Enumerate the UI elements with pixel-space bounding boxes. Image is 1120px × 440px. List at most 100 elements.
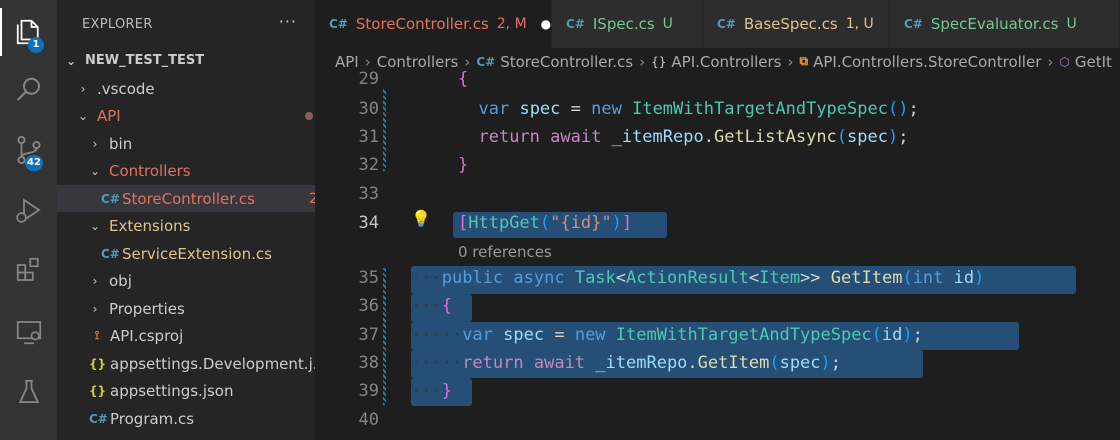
run-debug-activity-button[interactable]	[0, 186, 57, 234]
chevron-down-icon: ⌄	[89, 163, 101, 178]
tree-item[interactable]: C#ServiceExtension.csM	[57, 240, 359, 267]
tree-item-label: Controllers	[109, 161, 191, 180]
explorer-activity-button[interactable]: 1	[0, 8, 57, 56]
codelens-references[interactable]: 0 references	[458, 243, 552, 261]
tab-basespec[interactable]: C# BaseSpec.cs 1, U	[703, 0, 890, 48]
modified-line-marker	[383, 89, 386, 171]
extensions-icon	[16, 257, 39, 281]
tree-item-label: Program.cs	[110, 409, 195, 428]
tab-status: U	[1066, 16, 1077, 32]
chevron-right-icon: ›	[80, 81, 86, 96]
class-icon: ⧉	[799, 54, 809, 68]
search-activity-button[interactable]	[0, 66, 57, 114]
extensions-activity-button[interactable]	[0, 246, 57, 294]
testing-activity-button[interactable]	[0, 368, 57, 416]
modified-line-marker	[383, 268, 386, 405]
chevron-right-icon: ›	[464, 52, 471, 71]
breadcrumb-item[interactable]: GetIt	[1075, 53, 1112, 71]
workspace-root-label: NEW_TEST_TEST	[85, 53, 205, 68]
json-file-icon: {}	[89, 383, 107, 398]
tree-item[interactable]: ⟟ API.csproj	[57, 322, 347, 349]
more-actions-icon[interactable]: ···	[279, 12, 297, 31]
code-editor[interactable]: 29 30 31 32 33 34 35 36 37 38 39 40 💡 { …	[315, 69, 1120, 440]
rss-file-icon: ⟟	[94, 328, 100, 342]
chevron-right-icon: ›	[92, 301, 98, 316]
unsaved-dot-icon[interactable]: ●	[541, 17, 551, 31]
chevron-right-icon: ›	[787, 52, 794, 71]
workspace-root[interactable]: ⌄ NEW_TEST_TEST	[57, 47, 323, 74]
csharp-file-icon: C#	[476, 54, 496, 69]
tree-item-label: bin	[109, 134, 133, 153]
tree-item-label: API.csproj	[110, 326, 184, 345]
tab-label: SpecEvaluator.cs	[930, 15, 1059, 33]
line-number: 29	[358, 69, 379, 89]
breadcrumb-item[interactable]: Controllers	[377, 53, 459, 71]
tree-item[interactable]: › Properties	[57, 295, 347, 322]
code-line: var spec = new ItemWithTargetAndTypeSpec…	[478, 99, 919, 119]
chevron-down-icon: ⌄	[77, 108, 89, 123]
tab-ispec[interactable]: C# ISpec.cs U	[552, 0, 703, 48]
line-number: 30	[358, 99, 379, 119]
source-control-activity-button[interactable]: 42	[0, 126, 57, 174]
tab-label: BaseSpec.cs	[743, 15, 838, 33]
line-number: 34	[358, 213, 379, 233]
code-line: {	[458, 69, 469, 89]
tree-item[interactable]: ⌄ Extensions	[57, 212, 347, 239]
line-number: 39	[358, 381, 379, 401]
tab-specevaluator[interactable]: C# SpecEvaluator.cs U	[890, 0, 1120, 48]
breadcrumb-item[interactable]: StoreController.cs	[500, 53, 633, 71]
explorer-header: EXPLORER ···	[57, 0, 315, 48]
tree-item[interactable]: ⌄ Controllers	[57, 157, 347, 184]
line-number: 36	[358, 296, 379, 316]
tree-item-label: Properties	[109, 299, 185, 318]
csharp-file-icon: C#	[101, 246, 120, 261]
explorer-sidebar: EXPLORER ··· ⌄ NEW_TEST_TEST › .vscode ⌄ AP…	[57, 0, 359, 440]
code-line: }	[458, 155, 469, 175]
breadcrumb-item[interactable]: API.Controllers.StoreController	[813, 53, 1041, 71]
code-line: ···}	[411, 381, 452, 401]
tab-status: 1, U	[845, 16, 874, 32]
csharp-file-icon: C#	[89, 411, 108, 426]
chevron-right-icon: ›	[92, 136, 98, 151]
lightbulb-icon[interactable]: 💡	[411, 209, 431, 228]
search-icon	[16, 77, 40, 101]
tree-item-label: appsettings.json	[110, 381, 234, 400]
breadcrumb-item[interactable]: API.Controllers	[671, 53, 781, 71]
csharp-file-icon: C#	[904, 17, 923, 31]
method-icon: ⬡	[1059, 54, 1070, 69]
remote-explorer-activity-button[interactable]	[0, 308, 57, 356]
line-number: 38	[358, 353, 379, 373]
code-line: ·····var spec = new ItemWithTargetAndTyp…	[411, 325, 923, 345]
tree-item[interactable]: C#StoreController.cs2, M	[57, 185, 359, 212]
tab-label: ISpec.cs	[592, 15, 655, 33]
chevron-down-icon: ⌄	[65, 53, 77, 68]
chevron-right-icon: ›	[364, 52, 371, 71]
editor-tabs: C# StoreController.cs 2, M ● C# ISpec.cs…	[315, 0, 1120, 48]
explorer-title: EXPLORER	[82, 16, 153, 32]
csharp-file-icon: C#	[101, 191, 120, 206]
tree-item[interactable]: › bin	[57, 130, 347, 157]
tree-item[interactable]: › obj	[57, 267, 347, 294]
csharp-file-icon: C#	[566, 17, 585, 31]
code-line: [HttpGet("{id}")]	[458, 213, 633, 233]
line-number: 32	[358, 155, 379, 175]
tab-status: 2, M	[496, 16, 527, 32]
tree-item[interactable]: › .vscode	[57, 75, 335, 102]
remote-explorer-icon	[16, 321, 41, 345]
tree-item[interactable]: C# Program.cs	[57, 405, 347, 432]
chevron-right-icon: ›	[92, 273, 98, 288]
line-number: 33	[358, 184, 379, 204]
csharp-file-icon: C#	[329, 17, 348, 31]
run-debug-icon	[15, 198, 41, 223]
json-file-icon: {}	[89, 356, 107, 371]
tree-item[interactable]: ⌄ API	[57, 102, 335, 129]
tree-item[interactable]: {} appsettings.Development.j...	[57, 350, 347, 377]
line-number: 31	[358, 127, 379, 147]
tab-storecontroller[interactable]: C# StoreController.cs 2, M ●	[315, 0, 552, 48]
beaker-icon	[18, 379, 39, 403]
tab-label: StoreController.cs	[355, 15, 489, 33]
chevron-down-icon: ⌄	[89, 218, 101, 233]
breadcrumb-item[interactable]: API	[335, 53, 359, 71]
tree-item[interactable]: {} appsettings.json	[57, 377, 347, 404]
tree-item-label: .vscode	[97, 79, 155, 98]
